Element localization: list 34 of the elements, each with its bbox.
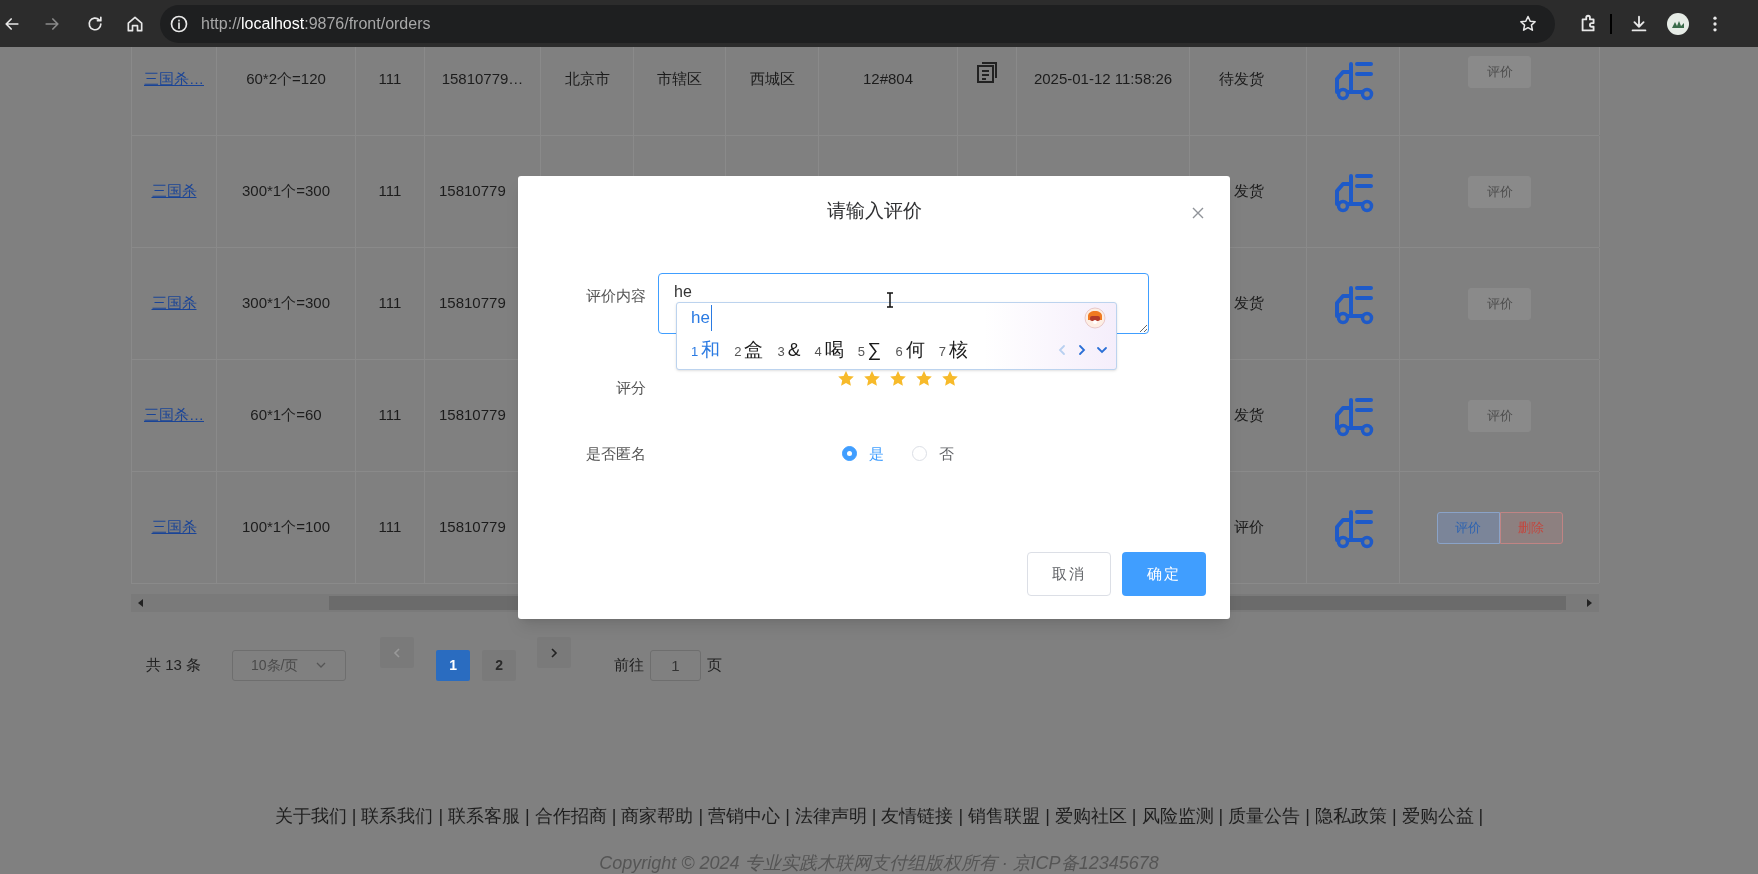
table-cell-text: 北京市 bbox=[564, 69, 610, 90]
table-cell-text: 发货 bbox=[1234, 293, 1264, 314]
table-cell-text: 发货 bbox=[1234, 405, 1264, 426]
table-cell-text: 评价 bbox=[1234, 517, 1264, 538]
table-cell-text: 12#804 bbox=[862, 69, 914, 90]
total-count: 共 13 条 bbox=[146, 654, 202, 675]
table-cell-text: 待发货 bbox=[1219, 69, 1264, 90]
goto-label: 前往 bbox=[614, 654, 645, 675]
table-cell-text: 15810779 bbox=[439, 405, 506, 426]
url-text: http://localhost:9876/front/orders bbox=[201, 13, 431, 34]
table-cell-text: 300*1个=300 bbox=[242, 181, 330, 202]
table-cell-text: 111 bbox=[378, 517, 402, 538]
goto-suffix: 页 bbox=[707, 654, 723, 675]
field-label: 评分 bbox=[615, 378, 646, 398]
table-cell-text: 300*1个=300 bbox=[242, 293, 330, 314]
table-cell-text: 2025-01-12 11:58:26 bbox=[1033, 69, 1173, 90]
table-cell-text: 111 bbox=[378, 181, 402, 202]
table-cell-text: 111 bbox=[378, 405, 402, 426]
table-cell-text: 15810779 bbox=[439, 181, 506, 202]
table-cell-text: 发货 bbox=[1234, 181, 1264, 202]
table-cell-text: 111 bbox=[378, 69, 402, 90]
table-cell-text: 111 bbox=[378, 293, 402, 314]
field-label: 评价内容 bbox=[585, 286, 646, 306]
table-cell-text: 15810779 bbox=[439, 293, 506, 314]
table-cell-text: 市辖区 bbox=[657, 69, 702, 90]
table-cell-text: 15810779 bbox=[439, 517, 506, 538]
table-cell-text: 15810779… bbox=[441, 69, 524, 90]
table-cell-text: 60*1个=60 bbox=[250, 405, 322, 426]
table-cell-text: 西城区 bbox=[749, 69, 795, 90]
field-label: 是否匿名 bbox=[585, 443, 646, 464]
ime-composition: he bbox=[691, 305, 712, 331]
table-cell-text: 60*2个=120 bbox=[246, 69, 326, 90]
dialog-title: 请输入评价 bbox=[826, 198, 922, 223]
table-cell-text: 100*1个=100 bbox=[242, 517, 330, 538]
